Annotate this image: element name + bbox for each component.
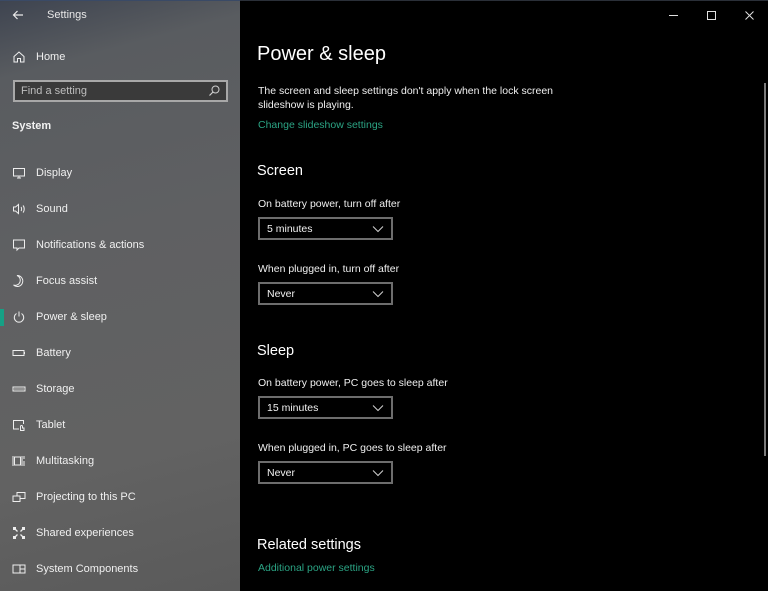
sidebar-item-projecting[interactable]: Projecting to this PC [0, 479, 240, 515]
additional-power-settings-link[interactable]: Additional power settings [258, 562, 375, 574]
screen-plugged-dropdown[interactable]: Never [258, 282, 393, 305]
chevron-down-icon [372, 290, 384, 297]
sidebar-item-label: Power & sleep [36, 311, 107, 323]
home-icon [12, 50, 26, 64]
dropdown-value: 15 minutes [267, 401, 319, 414]
search-box[interactable] [13, 80, 228, 102]
notifications-icon [12, 238, 26, 252]
sidebar-item-system-components[interactable]: System Components [0, 551, 240, 587]
sleep-plugged-label: When plugged in, PC goes to sleep after [258, 442, 447, 454]
sidebar-item-label: Shared experiences [36, 527, 134, 539]
sidebar-item-sound[interactable]: Sound [0, 191, 240, 227]
sidebar-item-label: Focus assist [36, 275, 98, 287]
sidebar-nav: Display Sound Notifications & actions Fo… [0, 155, 240, 587]
dropdown-value: Never [267, 287, 296, 300]
sidebar-item-display[interactable]: Display [0, 155, 240, 191]
multitasking-icon [12, 454, 26, 468]
sidebar-item-label: Multitasking [36, 455, 95, 467]
sidebar-item-shared-experiences[interactable]: Shared experiences [0, 515, 240, 551]
sidebar-item-label: Sound [36, 203, 68, 215]
maximize-icon [706, 10, 716, 20]
chevron-down-icon [372, 225, 384, 232]
screen-battery-dropdown[interactable]: 5 minutes [258, 217, 393, 240]
page-title: Power & sleep [257, 43, 386, 65]
storage-icon [12, 382, 26, 396]
sleep-battery-label: On battery power, PC goes to sleep after [258, 377, 448, 389]
scrollbar[interactable] [764, 83, 766, 456]
chevron-down-icon [372, 404, 384, 411]
search-icon[interactable] [207, 84, 221, 98]
sidebar-item-storage[interactable]: Storage [0, 371, 240, 407]
sidebar: Settings Home System Display Sound Notif… [0, 0, 240, 591]
sidebar-item-focus-assist[interactable]: Focus assist [0, 263, 240, 299]
sound-icon [12, 202, 26, 216]
related-settings-heading: Related settings [257, 537, 361, 553]
window-controls [654, 1, 768, 29]
projecting-icon [12, 490, 26, 504]
battery-icon [12, 346, 26, 360]
close-icon [744, 10, 754, 20]
sidebar-item-label: Home [36, 51, 66, 63]
sidebar-item-power-sleep[interactable]: Power & sleep [0, 299, 240, 335]
title-bar: Settings [0, 1, 240, 29]
sidebar-item-label: Tablet [36, 419, 66, 431]
tablet-icon [12, 418, 26, 432]
sidebar-item-label: Battery [36, 347, 71, 359]
change-slideshow-settings-link[interactable]: Change slideshow settings [258, 119, 383, 131]
sidebar-item-label: Notifications & actions [36, 239, 145, 251]
minimize-button[interactable] [654, 1, 692, 29]
lock-screen-note: The screen and sleep settings don't appl… [258, 85, 554, 111]
sidebar-item-tablet[interactable]: Tablet [0, 407, 240, 443]
chevron-down-icon [372, 469, 384, 476]
sidebar-item-label: Projecting to this PC [36, 491, 136, 503]
section-heading-system: System [12, 120, 52, 132]
sleep-heading: Sleep [257, 343, 295, 359]
sidebar-item-home[interactable]: Home [0, 43, 240, 71]
back-button[interactable] [0, 1, 36, 29]
moon-icon [12, 274, 26, 288]
sidebar-item-battery[interactable]: Battery [0, 335, 240, 371]
minimize-icon [668, 14, 678, 16]
search-input[interactable] [15, 84, 207, 98]
close-button[interactable] [730, 1, 768, 29]
sidebar-item-multitasking[interactable]: Multitasking [0, 443, 240, 479]
power-icon [12, 310, 26, 324]
sidebar-item-label: Display [36, 167, 73, 179]
display-icon [12, 166, 26, 180]
maximize-button[interactable] [692, 1, 730, 29]
sleep-plugged-dropdown[interactable]: Never [258, 461, 393, 484]
sleep-battery-dropdown[interactable]: 15 minutes [258, 396, 393, 419]
dropdown-value: 5 minutes [267, 222, 313, 235]
sidebar-item-notifications[interactable]: Notifications & actions [0, 227, 240, 263]
back-arrow-icon [12, 10, 23, 20]
shared-experiences-icon [12, 526, 26, 540]
screen-heading: Screen [257, 163, 303, 179]
system-components-icon [12, 562, 26, 576]
main-content: Power & sleep The screen and sleep setti… [240, 0, 768, 591]
screen-battery-label: On battery power, turn off after [258, 198, 401, 210]
app-title: Settings [47, 9, 87, 21]
screen-plugged-label: When plugged in, turn off after [258, 263, 400, 275]
dropdown-value: Never [267, 466, 296, 479]
sidebar-item-label: System Components [36, 563, 139, 575]
sidebar-item-label: Storage [36, 383, 75, 395]
